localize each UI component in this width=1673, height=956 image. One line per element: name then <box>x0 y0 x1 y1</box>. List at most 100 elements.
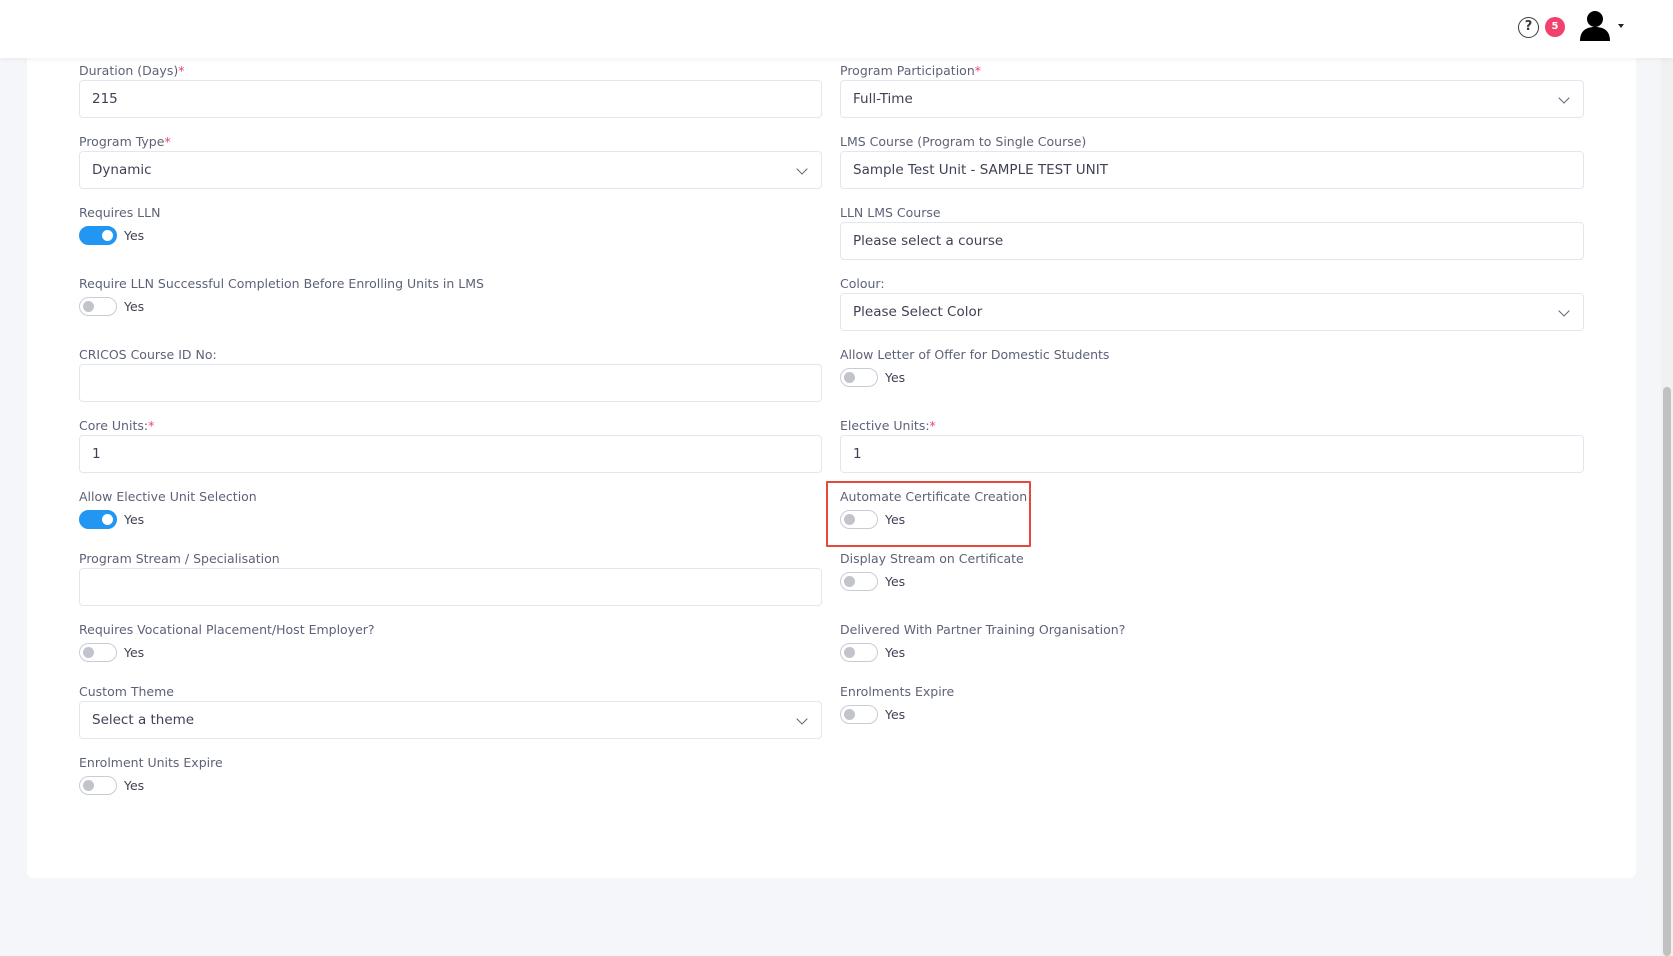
requires-placement-toggle-row: Yes <box>79 643 199 663</box>
field-label: Core Units:* <box>79 418 155 433</box>
requires-placement-toggle[interactable] <box>79 643 117 662</box>
field-label: Require LLN Successful Completion Before… <box>79 276 484 291</box>
colour-field: Colour: Please Select Color <box>840 276 1584 332</box>
allow-elective-selection-toggle[interactable] <box>79 510 117 529</box>
chevron-down-icon <box>796 713 808 725</box>
select-value: Dynamic <box>92 162 152 178</box>
program-type-field: Program Type* Dynamic <box>79 134 822 190</box>
require-lln-completion-toggle-row: Yes <box>79 297 199 317</box>
notification-badge[interactable]: 5 <box>1545 17 1565 37</box>
field-label: Display Stream on Certificate <box>840 551 1024 566</box>
chevron-down-icon <box>1558 92 1570 104</box>
toggle-label: Yes <box>885 370 906 385</box>
field-label: LLN LMS Course <box>840 205 941 220</box>
field-label: Program Type* <box>79 134 171 149</box>
select-value: Select a theme <box>92 712 195 728</box>
chevron-down-icon <box>1618 24 1624 28</box>
lln-lms-course-field: LLN LMS Course Please select a course <box>840 205 1584 261</box>
enrolment-units-expire-toggle-row: Yes <box>79 776 199 796</box>
field-label: Colour: <box>840 276 885 291</box>
display-stream-toggle-row: Yes <box>840 572 960 592</box>
toggle-knob <box>83 301 94 312</box>
delivered-with-partner-field: Delivered With Partner Training Organisa… <box>840 622 1584 666</box>
question-circle-icon[interactable]: ? <box>1518 17 1539 38</box>
toggle-knob <box>844 372 855 383</box>
select-value: Full-Time <box>853 91 913 107</box>
enrolments-expire-toggle[interactable] <box>840 705 878 724</box>
toggle-label: Yes <box>124 299 145 314</box>
core-units-input[interactable]: 1 <box>79 435 822 473</box>
allow-letter-of-offer-toggle-row: Yes <box>840 368 960 388</box>
toggle-knob <box>83 647 94 658</box>
display-stream-toggle[interactable] <box>840 572 878 591</box>
enrolment-units-expire-field: Enrolment Units Expire Yes <box>79 755 822 799</box>
lln-lms-course-input[interactable]: Please select a course <box>840 222 1584 260</box>
toggle-knob <box>83 780 94 791</box>
allow-letter-of-offer-field: Allow Letter of Offer for Domestic Stude… <box>840 347 1584 391</box>
duration-input[interactable]: 215 <box>79 80 822 118</box>
toggle-knob <box>102 514 113 525</box>
toggle-label: Yes <box>885 574 906 589</box>
field-label: Allow Elective Unit Selection <box>79 489 257 504</box>
duration-field: Duration (Days)* 215 <box>79 63 822 119</box>
toggle-knob <box>844 709 855 720</box>
field-label: Program Stream / Specialisation <box>79 551 280 566</box>
requires-lln-toggle-row: Yes <box>79 226 199 246</box>
user-menu-button[interactable] <box>1580 10 1630 46</box>
field-label: Custom Theme <box>79 684 174 699</box>
program-form-card: Duration (Days)* 215 Program Participati… <box>27 56 1636 878</box>
program-participation-select[interactable]: Full-Time <box>840 80 1584 118</box>
toggle-label: Yes <box>124 512 145 527</box>
allow-elective-selection-toggle-row: Yes <box>79 510 199 530</box>
field-label: Program Participation* <box>840 63 981 78</box>
cricos-course-id-input[interactable] <box>79 364 822 402</box>
elective-units-field: Elective Units:* 1 <box>840 418 1584 474</box>
toggle-knob <box>844 647 855 658</box>
chevron-down-icon <box>796 163 808 175</box>
cricos-course-id-field: CRICOS Course ID No: <box>79 347 822 403</box>
field-label: Enrolment Units Expire <box>79 755 223 770</box>
requires-placement-field: Requires Vocational Placement/Host Emplo… <box>79 622 822 666</box>
top-navbar: ? 5 <box>0 0 1673 58</box>
program-type-select[interactable]: Dynamic <box>79 151 822 189</box>
field-label: Requires Vocational Placement/Host Emplo… <box>79 622 375 637</box>
toggle-knob <box>102 230 113 241</box>
lms-course-field: LMS Course (Program to Single Course) Sa… <box>840 134 1584 190</box>
field-label: LMS Course (Program to Single Course) <box>840 134 1087 149</box>
field-label: Requires LLN <box>79 205 161 220</box>
field-label: Enrolments Expire <box>840 684 955 699</box>
allow-elective-selection-field: Allow Elective Unit Selection Yes <box>79 489 822 533</box>
program-participation-field: Program Participation* Full-Time <box>840 63 1584 119</box>
field-label: Allow Letter of Offer for Domestic Stude… <box>840 347 1110 362</box>
toggle-label: Yes <box>124 228 145 243</box>
program-stream-field: Program Stream / Specialisation <box>79 551 822 607</box>
toggle-label: Yes <box>124 778 145 793</box>
scrollbar-thumb[interactable] <box>1663 387 1671 956</box>
enrolment-units-expire-toggle[interactable] <box>79 776 117 795</box>
custom-theme-select[interactable]: Select a theme <box>79 701 822 739</box>
delivered-with-partner-toggle-row: Yes <box>840 643 960 663</box>
field-label: Duration (Days)* <box>79 63 185 78</box>
field-label: Elective Units:* <box>840 418 936 433</box>
require-lln-completion-field: Require LLN Successful Completion Before… <box>79 276 822 320</box>
delivered-with-partner-toggle[interactable] <box>840 643 878 662</box>
elective-units-input[interactable]: 1 <box>840 435 1584 473</box>
core-units-field: Core Units:* 1 <box>79 418 822 474</box>
colour-select[interactable]: Please Select Color <box>840 293 1584 331</box>
user-icon <box>1580 11 1610 41</box>
program-stream-input[interactable] <box>79 568 822 606</box>
require-lln-completion-toggle[interactable] <box>79 297 117 316</box>
chevron-down-icon <box>1558 305 1570 317</box>
custom-theme-field: Custom Theme Select a theme <box>79 684 822 740</box>
toggle-label: Yes <box>124 645 145 660</box>
toggle-label: Yes <box>885 707 906 722</box>
lms-course-input[interactable]: Sample Test Unit - SAMPLE TEST UNIT <box>840 151 1584 189</box>
enrolments-expire-toggle-row: Yes <box>840 705 960 725</box>
enrolments-expire-field: Enrolments Expire Yes <box>840 684 1584 728</box>
select-value: Please Select Color <box>853 304 983 320</box>
display-stream-field: Display Stream on Certificate Yes <box>840 551 1584 595</box>
allow-letter-of-offer-toggle[interactable] <box>840 368 878 387</box>
toggle-knob <box>844 576 855 587</box>
requires-lln-toggle[interactable] <box>79 226 117 245</box>
field-label: Delivered With Partner Training Organisa… <box>840 622 1126 637</box>
